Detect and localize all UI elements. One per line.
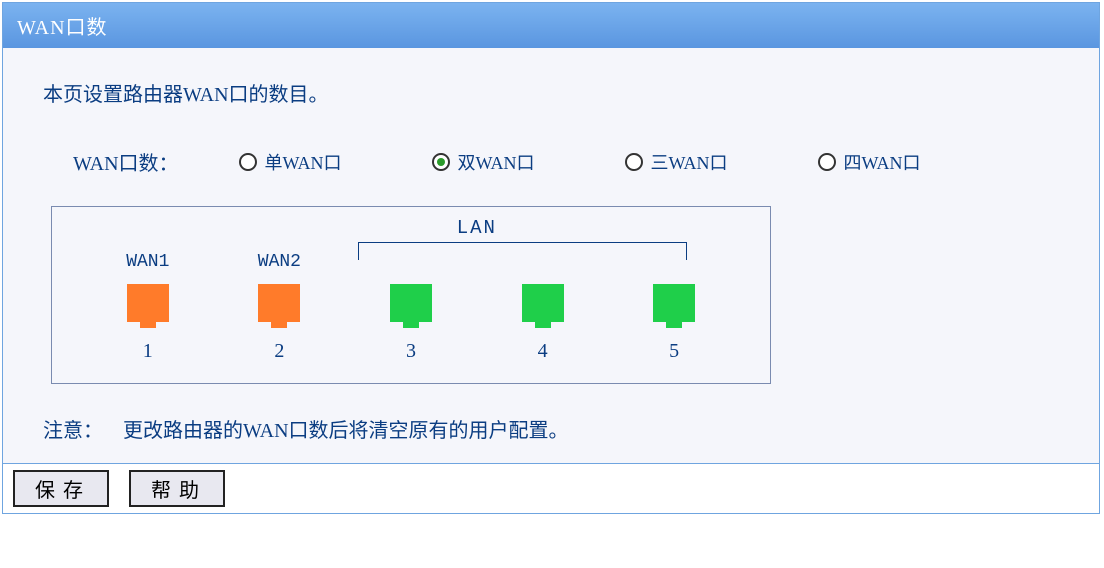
radio-icon — [432, 153, 450, 171]
ethernet-port-icon — [258, 284, 300, 322]
panel-content: 本页设置路由器WAN口的数目。 WAN口数： 单WAN口 双WAN口 三WAN口 — [3, 48, 1099, 463]
panel-title: WAN口数 — [3, 3, 1099, 48]
wan-count-label: WAN口数： — [73, 147, 179, 176]
port-number: 3 — [406, 340, 416, 363]
page-description: 本页设置路由器WAN口的数目。 — [43, 78, 1059, 107]
radio-label: 四WAN口 — [844, 149, 921, 175]
radio-option-triple-wan[interactable]: 三WAN口 — [625, 149, 728, 175]
port-top-label: WAN2 — [258, 252, 301, 274]
radio-option-dual-wan[interactable]: 双WAN口 — [432, 149, 535, 175]
lan-bracket-icon — [358, 242, 687, 260]
port-number: 2 — [274, 340, 284, 363]
radio-icon — [239, 153, 257, 171]
port-number: 1 — [143, 340, 153, 363]
lan-group-label: LAN — [457, 217, 497, 239]
port-slot-5: 5 — [619, 252, 729, 363]
ethernet-port-icon — [653, 284, 695, 322]
ethernet-port-icon — [522, 284, 564, 322]
radio-option-quad-wan[interactable]: 四WAN口 — [818, 149, 921, 175]
note-prefix: 注意： — [43, 414, 103, 443]
radio-option-single-wan[interactable]: 单WAN口 — [239, 149, 342, 175]
port-number: 4 — [538, 340, 548, 363]
radio-icon — [625, 153, 643, 171]
radio-label: 单WAN口 — [265, 149, 342, 175]
radio-icon — [818, 153, 836, 171]
button-bar: 保存 帮助 — [3, 463, 1099, 513]
ethernet-port-icon — [390, 284, 432, 322]
wan-count-options: 单WAN口 双WAN口 三WAN口 四WAN口 — [239, 149, 921, 175]
wan-count-panel: WAN口数 本页设置路由器WAN口的数目。 WAN口数： 单WAN口 双WAN口… — [2, 2, 1100, 514]
radio-label: 三WAN口 — [651, 149, 728, 175]
port-slot-4: 4 — [488, 252, 598, 363]
radio-label: 双WAN口 — [458, 149, 535, 175]
port-number: 5 — [669, 340, 679, 363]
port-slot-3: 3 — [356, 252, 466, 363]
note-text: 更改路由器的WAN口数后将清空原有的用户配置。 — [123, 414, 569, 443]
ethernet-port-icon — [127, 284, 169, 322]
save-button[interactable]: 保存 — [13, 470, 109, 507]
note-row: 注意： 更改路由器的WAN口数后将清空原有的用户配置。 — [43, 414, 1059, 443]
ports-container: LAN WAN1 1 WAN2 2 3 — [82, 222, 740, 363]
port-slot-2: WAN2 2 — [224, 252, 334, 363]
ports-diagram: LAN WAN1 1 WAN2 2 3 — [51, 206, 771, 384]
wan-count-radio-row: WAN口数： 单WAN口 双WAN口 三WAN口 四WAN口 — [43, 147, 1059, 176]
port-slot-1: WAN1 1 — [93, 252, 203, 363]
help-button[interactable]: 帮助 — [129, 470, 225, 507]
port-top-label: WAN1 — [126, 252, 169, 274]
